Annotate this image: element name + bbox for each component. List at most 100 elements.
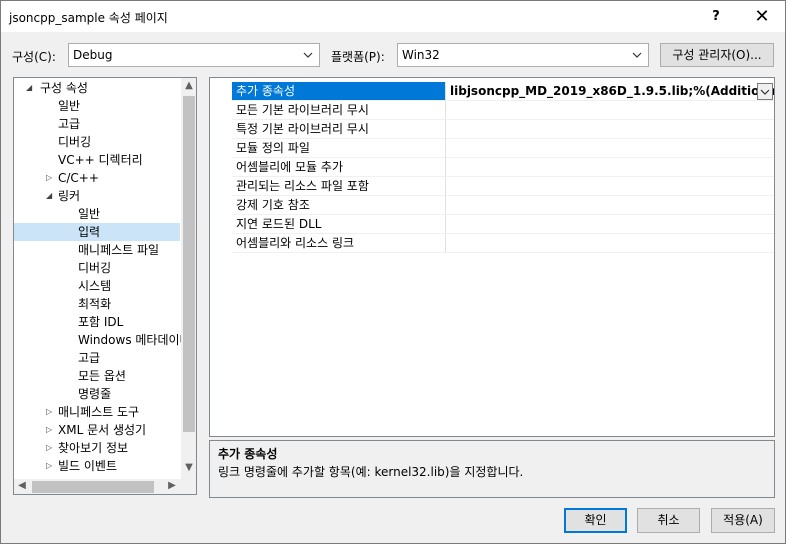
close-button[interactable]: ✕ [739, 1, 785, 32]
tree-item[interactable]: VC++ 디렉터리 [14, 151, 180, 169]
expand-arrow-icon[interactable]: ▷ [46, 403, 52, 421]
tree-item[interactable]: ▷ C/C++ [14, 169, 180, 187]
property-row[interactable]: 어셈블리와 리소스 링크 [210, 234, 774, 253]
expand-arrow-icon[interactable]: ▷ [46, 421, 52, 439]
tree-item-label: 입력 [78, 225, 101, 239]
scroll-right-icon[interactable]: ▶ [164, 480, 180, 491]
expand-arrow-icon[interactable]: ▷ [46, 169, 52, 187]
tree-horizontal-scrollbar[interactable]: ◀ ▶ [14, 479, 181, 494]
tree-item-label: 구성 속성 [40, 81, 88, 95]
tree-item-label: 명령줄 [78, 387, 112, 401]
property-row[interactable]: 모든 기본 라이브러리 무시 [210, 101, 774, 120]
scroll-left-icon[interactable]: ◀ [14, 480, 30, 491]
tree-item-label: 매니페스트 파일 [78, 243, 160, 257]
property-row[interactable]: 모듈 정의 파일 [210, 139, 774, 158]
property-value[interactable] [446, 215, 774, 234]
property-name[interactable]: 특정 기본 라이브러리 무시 [232, 120, 446, 139]
tree-item[interactable]: 일반 [14, 205, 180, 223]
scroll-corner [181, 479, 196, 494]
tree-item[interactable]: Windows 메타데이터 [14, 331, 191, 349]
property-row[interactable]: 강제 기호 참조 [210, 196, 774, 215]
property-name[interactable]: 모든 기본 라이브러리 무시 [232, 101, 446, 120]
ok-button[interactable]: 확인 [564, 508, 627, 533]
tree-item-label: 빌드 이벤트 [58, 459, 118, 473]
window-title: jsoncpp_sample 속성 페이지 [9, 11, 168, 25]
collapse-arrow-icon[interactable]: ◢ [26, 79, 32, 97]
tree-item[interactable]: 입력 [14, 223, 180, 241]
property-name[interactable]: 추가 종속성 [232, 82, 446, 101]
tree-item-label: VC++ 디렉터리 [58, 153, 143, 167]
config-label: 구성(C): [12, 50, 56, 64]
config-manager-button[interactable]: 구성 관리자(O)... [660, 43, 774, 67]
cancel-button[interactable]: 취소 [637, 508, 700, 533]
property-value-text: libjsoncpp_MD_2019_x86D_1.9.5.lib;%(Addi… [450, 84, 774, 98]
tree-item-label: 링커 [58, 189, 81, 203]
value-dropdown-button[interactable] [757, 83, 773, 100]
tree-item[interactable]: 명령줄 [14, 385, 180, 403]
tree-item[interactable]: 시스템 [14, 277, 180, 295]
tree-item[interactable]: 최적화 [14, 295, 180, 313]
property-row[interactable]: 관리되는 리소스 파일 포함 [210, 177, 774, 196]
property-name[interactable]: 모듈 정의 파일 [232, 139, 446, 158]
tree-item-label: 일반 [78, 207, 101, 221]
tree-item-label: 최적화 [78, 297, 112, 311]
tree-item[interactable]: 디버깅 [14, 133, 180, 151]
tree-item[interactable]: 일반 [14, 97, 180, 115]
platform-value: Win32 [402, 48, 440, 62]
property-pages-dialog: jsoncpp_sample 속성 페이지 ? ✕ 구성(C): Debug 플… [0, 0, 786, 544]
property-value[interactable] [446, 158, 774, 177]
tree-item-label: 모든 옵션 [78, 369, 126, 383]
tree-vertical-scrollbar[interactable]: ▲ ▼ [181, 78, 196, 479]
scroll-down-icon[interactable]: ▼ [181, 462, 196, 473]
tree-item[interactable]: 디버깅 [14, 259, 180, 277]
chevron-down-icon [303, 52, 313, 58]
property-name[interactable]: 관리되는 리소스 파일 포함 [232, 177, 446, 196]
property-value[interactable] [446, 101, 774, 120]
tree-item[interactable]: 고급 [14, 115, 180, 133]
help-button[interactable]: ? [693, 1, 739, 32]
tree-item-label: 일반 [58, 99, 81, 113]
property-grid[interactable]: 추가 종속성 libjsoncpp_MD_2019_x86D_1.9.5.lib;… [209, 77, 775, 437]
platform-dropdown[interactable]: Win32 [397, 43, 649, 67]
property-name[interactable]: 강제 기호 참조 [232, 196, 446, 215]
property-value[interactable] [446, 139, 774, 158]
property-row[interactable]: 특정 기본 라이브러리 무시 [210, 120, 774, 139]
scroll-up-icon[interactable]: ▲ [181, 80, 196, 91]
property-value[interactable] [446, 177, 774, 196]
tree-vertical-thumb[interactable] [183, 96, 195, 432]
chevron-down-icon [632, 52, 642, 58]
tree-item-label: 찾아보기 정보 [58, 441, 129, 455]
tree-item[interactable]: 모든 옵션 [14, 367, 180, 385]
property-value[interactable]: libjsoncpp_MD_2019_x86D_1.9.5.lib;%(Addi… [446, 82, 774, 101]
tree-item[interactable]: ◢ 구성 속성 [14, 79, 180, 97]
config-dropdown[interactable]: Debug [68, 43, 320, 67]
property-value[interactable] [446, 120, 774, 139]
property-value[interactable] [446, 234, 774, 253]
description-panel: 추가 종속성 링크 명령줄에 추가할 항목(예: kernel32.lib)을 … [209, 440, 775, 498]
property-row[interactable]: 지연 로드된 DLL [210, 215, 774, 234]
config-value: Debug [73, 48, 113, 62]
tree-item[interactable]: ▷ 빌드 이벤트 [14, 457, 180, 475]
tree-item[interactable]: ▷ 매니페스트 도구 [14, 403, 180, 421]
property-name[interactable]: 지연 로드된 DLL [232, 215, 446, 234]
tree-item[interactable]: 포함 IDL [14, 313, 180, 331]
platform-label: 플랫폼(P): [331, 50, 385, 64]
tree-item-label: 매니페스트 도구 [58, 405, 140, 419]
tree-item[interactable]: ▷ 찾아보기 정보 [14, 439, 180, 457]
tree-horizontal-thumb[interactable] [32, 481, 154, 493]
property-name[interactable]: 어셈블리에 모듈 추가 [232, 158, 446, 177]
property-name[interactable]: 어셈블리와 리소스 링크 [232, 234, 446, 253]
property-row[interactable]: 추가 종속성 libjsoncpp_MD_2019_x86D_1.9.5.lib;… [210, 82, 774, 101]
category-tree[interactable]: ◢ 구성 속성 일반 고급 디버깅 VC++ 디렉터리 ▷ C/C++ ◢ 링커 일반 입력 매니페스트… [13, 77, 197, 495]
collapse-arrow-icon[interactable]: ◢ [46, 187, 52, 205]
tree-item[interactable]: 고급 [14, 349, 180, 367]
property-row[interactable]: 어셈블리에 모듈 추가 [210, 158, 774, 177]
property-value[interactable] [446, 196, 774, 215]
tree-item[interactable]: ▷ XML 문서 생성기 [14, 421, 180, 439]
apply-button[interactable]: 적용(A) [711, 508, 775, 533]
tree-item-label: Windows 메타데이터 [78, 333, 191, 347]
expand-arrow-icon[interactable]: ▷ [46, 457, 52, 475]
expand-arrow-icon[interactable]: ▷ [46, 439, 52, 457]
tree-item[interactable]: ◢ 링커 [14, 187, 180, 205]
tree-item[interactable]: 매니페스트 파일 [14, 241, 180, 259]
